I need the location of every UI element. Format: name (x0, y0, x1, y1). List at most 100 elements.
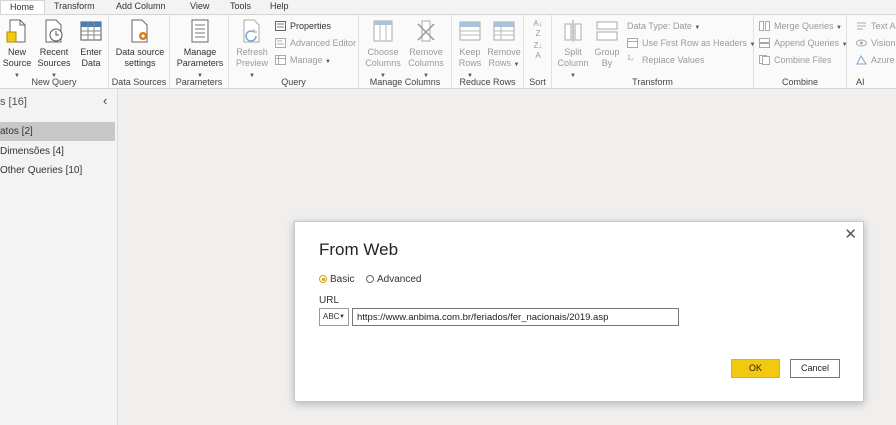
dialog-title: From Web (319, 240, 399, 259)
data-source-settings-button[interactable]: Data source settings (113, 18, 167, 69)
append-queries-button[interactable]: Append Queries ▼ (759, 36, 848, 50)
remove-rows-label-1: Remove (487, 47, 521, 57)
azure-ml-button[interactable]: Azure I (856, 53, 896, 67)
tab-home[interactable]: Home (0, 0, 45, 14)
url-type-dropdown[interactable]: ABC ▼ (319, 308, 349, 326)
ribbon: New Source ▼ Recent Sources ▼ Enter Data… (0, 14, 896, 89)
properties-icon (275, 21, 286, 31)
chevron-down-icon: ▼ (339, 314, 345, 320)
choose-columns-icon (371, 18, 395, 44)
azure-icon (856, 54, 867, 65)
merge-icon (759, 21, 770, 31)
refresh-icon (240, 18, 264, 44)
group-label-transform: Transform (632, 77, 673, 87)
text-analytics-icon (856, 21, 867, 31)
query-group-fatos[interactable]: atos [2] (0, 122, 115, 141)
group-label-ai: AI (856, 77, 865, 87)
combine-files-icon (759, 55, 770, 65)
group-by-button[interactable]: Group By (593, 18, 621, 69)
group-label-combine: Combine (781, 77, 819, 87)
recent-sources-button[interactable]: Recent Sources ▼ (36, 18, 72, 82)
sort-ascending-button[interactable]: A↓ Z (531, 19, 545, 39)
tab-transform[interactable]: Transform (45, 0, 107, 14)
radio-advanced-label: Advanced (377, 274, 422, 285)
manage-icon (275, 55, 286, 65)
keep-rows-label-1: Keep (459, 47, 481, 57)
manage-parameters-label-1: Manage (183, 47, 217, 57)
group-transform: Split Column ▼ Group By Data Type: Date … (552, 15, 756, 89)
group-sort: A↓ Z Z↓ A Sort (524, 15, 552, 89)
ribbon-tabs: Home Transform Add Column View Tools Hel… (0, 0, 896, 14)
manage-label: Manage (290, 55, 323, 65)
append-icon (759, 38, 770, 48)
new-source-label-2: Source (2, 58, 32, 68)
cancel-button[interactable]: Cancel (790, 359, 840, 378)
group-manage-columns: Choose Columns ▼ Remove Columns ▼ Manage… (359, 15, 452, 89)
choose-columns-button[interactable]: Choose Columns ▼ (363, 18, 403, 82)
data-type-dropdown[interactable]: Data Type: Date ▼ (627, 19, 700, 33)
group-data-sources: Data source settings Data Sources (109, 15, 170, 89)
vision-button[interactable]: Vision (856, 36, 895, 50)
group-reduce-rows: Keep Rows ▼ Remove Rows ▼ Reduce Rows (452, 15, 524, 89)
enter-data-label-1: Enter (80, 47, 102, 57)
text-analytics-button[interactable]: Text An (856, 19, 896, 33)
tab-add-column[interactable]: Add Column (107, 0, 181, 14)
manage-query-button[interactable]: Manage ▼ (275, 53, 331, 67)
table-icon (79, 18, 103, 44)
close-icon[interactable]: ✕ (844, 225, 857, 243)
query-group-dimensoes[interactable]: Dimensões [4] (0, 142, 115, 161)
text-analytics-label: Text An (871, 21, 896, 31)
radio-basic-label: Basic (330, 274, 355, 285)
split-column-label-2: Column (557, 58, 589, 68)
advanced-editor-button[interactable]: Advanced Editor (275, 36, 356, 50)
chevron-down-icon: ▼ (513, 62, 520, 68)
group-by-label-1: Group (594, 47, 620, 57)
tab-view[interactable]: View (181, 0, 221, 14)
ok-button[interactable]: OK (731, 359, 780, 378)
radio-advanced[interactable]: Advanced (366, 274, 421, 285)
split-column-button[interactable]: Split Column ▼ (556, 18, 590, 82)
group-parameters: Manage Parameters ▼ Parameters (170, 15, 229, 89)
data-type-label: Data Type: Date (627, 21, 692, 31)
collapse-pane-icon[interactable]: ‹ (103, 93, 107, 108)
tab-tools[interactable]: Tools (221, 0, 261, 14)
tab-help[interactable]: Help (261, 0, 301, 14)
refresh-preview-button[interactable]: Refresh Preview ▼ (233, 18, 271, 82)
properties-button[interactable]: Properties (275, 19, 331, 33)
recent-sources-label-2: Sources (37, 58, 71, 68)
radio-unselected-icon (366, 275, 374, 283)
keep-rows-button[interactable]: Keep Rows ▼ (455, 18, 485, 82)
sort-descending-icon: Z↓ A (533, 41, 543, 60)
url-label: URL (319, 295, 340, 306)
remove-rows-button[interactable]: Remove Rows ▼ (487, 18, 521, 71)
radio-basic[interactable]: Basic (319, 274, 354, 285)
remove-rows-label-2: Rows (488, 58, 512, 68)
keep-rows-label-2: Rows (458, 58, 482, 68)
refresh-label-2: Preview (235, 58, 268, 68)
choose-columns-label-2: Columns (365, 58, 401, 68)
merge-queries-button[interactable]: Merge Queries ▼ (759, 19, 842, 33)
data-source-settings-icon (128, 18, 152, 44)
sort-descending-button[interactable]: Z↓ A (531, 41, 545, 61)
group-ai-insights: Text An Vision Azure I AI (847, 15, 896, 89)
url-input[interactable] (352, 308, 679, 326)
combine-files-button[interactable]: Combine Files (759, 53, 832, 67)
text-type-icon: ABC (323, 312, 340, 321)
remove-rows-icon (492, 18, 516, 44)
new-source-button[interactable]: New Source ▼ (2, 18, 32, 82)
manage-parameters-button[interactable]: Manage Parameters ▼ (173, 18, 227, 82)
remove-columns-icon (414, 18, 438, 44)
combine-files-label: Combine Files (774, 55, 832, 65)
group-label-manage-columns: Manage Columns (369, 77, 441, 87)
enter-data-button[interactable]: Enter Data (76, 18, 106, 69)
merge-queries-label: Merge Queries (774, 21, 834, 31)
replace-values-button[interactable]: 1₂ Replace Values (627, 53, 704, 67)
query-group-other[interactable]: Other Queries [10] (0, 161, 115, 180)
chevron-down-icon: ▼ (325, 59, 331, 65)
remove-columns-button[interactable]: Remove Columns ▼ (405, 18, 447, 82)
data-source-settings-label-2: settings (124, 58, 156, 68)
vision-label: Vision (871, 38, 896, 48)
manage-parameters-label-2: Parameters (176, 58, 224, 68)
new-source-icon (5, 18, 29, 44)
use-first-row-headers-button[interactable]: Use First Row as Headers ▼ (627, 36, 756, 50)
